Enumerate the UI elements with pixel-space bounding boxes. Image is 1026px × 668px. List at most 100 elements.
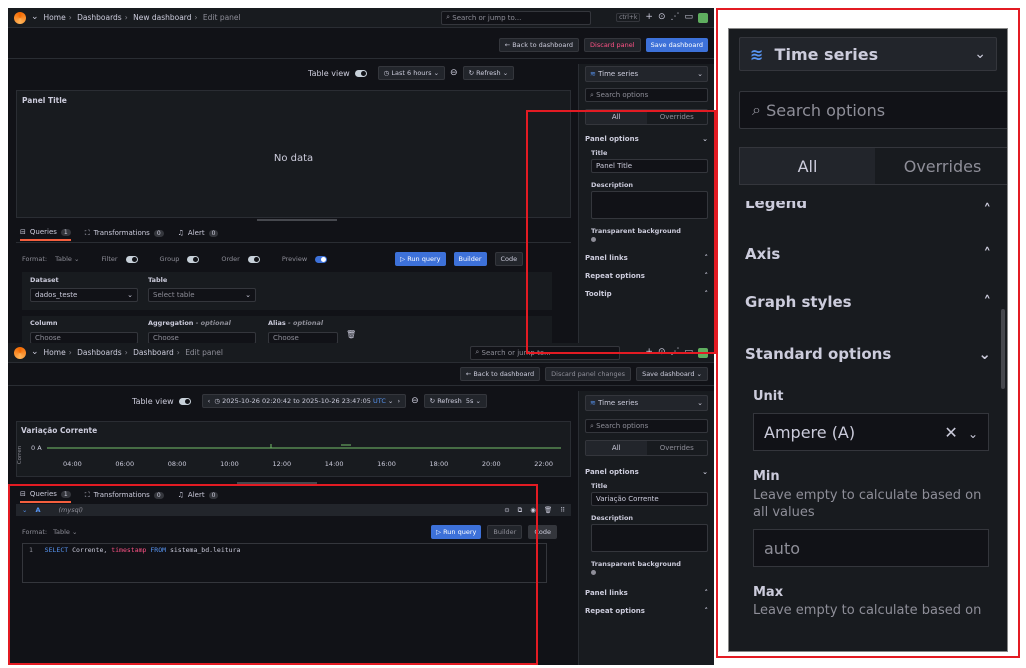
discard-panel-button[interactable]: Discard panel (584, 38, 641, 52)
scrollbar[interactable] (1001, 309, 1005, 389)
alias-select[interactable]: Choose (268, 332, 338, 343)
standard-options-header[interactable]: Standard options ⌄ (745, 345, 991, 363)
save-dashboard-button[interactable]: Save dashboard ⌄ (636, 367, 708, 381)
code-mode-button[interactable]: Code (528, 525, 557, 539)
viz-picker[interactable]: ≋ Time series ⌄ (739, 37, 997, 71)
table-select[interactable]: Select table ⌄ (148, 288, 256, 302)
breadcrumb-dashboard[interactable]: Dashboard (133, 348, 174, 357)
search-options-input[interactable]: ⌕ Search options (739, 91, 1007, 129)
transparent-toggle[interactable] (591, 237, 596, 242)
rss-icon[interactable]: ⋰ (670, 348, 679, 357)
panel-links-header[interactable]: Panel links ˄ (585, 589, 708, 597)
title-input[interactable]: Panel Title (591, 159, 708, 173)
min-input[interactable]: auto (753, 529, 989, 567)
format-select[interactable]: Table ⌄ (55, 255, 79, 263)
graph-styles-header[interactable]: Graph styles ˄ (745, 293, 991, 311)
save-dashboard-button[interactable]: Save dashboard (645, 38, 708, 52)
table-view-toggle[interactable] (178, 397, 191, 405)
overrides-tab[interactable]: Overrides (875, 148, 1007, 184)
run-query-button[interactable]: ▷ Run query (431, 525, 482, 539)
plus-icon[interactable]: + (645, 13, 653, 22)
resize-handle[interactable] (257, 219, 337, 221)
chevron-down-icon[interactable]: ⌄ (31, 348, 39, 357)
panel-links-header[interactable]: Panel links ˄ (585, 254, 708, 262)
description-textarea[interactable] (591, 191, 708, 219)
chevron-down-icon[interactable]: ⌄ (31, 13, 39, 22)
code-mode-button[interactable]: Code (494, 252, 524, 266)
panel-options-header[interactable]: Panel options ⌄ (585, 468, 708, 476)
collapse-icon[interactable]: ⌄ (22, 506, 27, 514)
breadcrumb-dashboard[interactable]: New dashboard (133, 13, 191, 22)
viz-picker[interactable]: ≋ Time series ⌄ (585, 395, 708, 411)
grafana-logo-icon[interactable] (14, 11, 26, 24)
tab-transformations[interactable]: ⛶ Transformations 0 (85, 491, 164, 503)
breadcrumb-dashboards[interactable]: Dashboards (77, 348, 122, 357)
breadcrumb-home[interactable]: Home (44, 348, 66, 357)
dock-icon[interactable]: ▭ (684, 13, 693, 22)
title-input[interactable]: Variação Corrente (591, 492, 708, 506)
tab-queries[interactable]: ⊟ Queries 1 (20, 490, 71, 503)
trash-icon[interactable]: 🗑 (544, 506, 552, 514)
search-options-input[interactable]: ⌕ Search options (585, 88, 708, 102)
grafana-logo-icon[interactable] (14, 346, 26, 359)
search-options-input[interactable]: ⌕ Search options (585, 419, 708, 433)
tab-alert[interactable]: ♫ Alert 0 (178, 229, 219, 240)
description-textarea[interactable] (591, 524, 708, 552)
back-to-dashboard-button[interactable]: ← Back to dashboard (459, 367, 541, 381)
preview-toggle[interactable] (315, 255, 328, 263)
search-input[interactable]: ⌕ Search or jump to... (441, 10, 592, 25)
trash-icon[interactable]: 🗑 (346, 330, 356, 339)
time-range-picker[interactable]: ‹ ◷ 2025-10-26 02:20:42 to 2025-10-26 23… (201, 394, 407, 408)
filter-toggle[interactable] (125, 255, 138, 263)
zoom-out-icon[interactable]: ⊖ (411, 396, 419, 406)
search-input[interactable]: ⌕ Search or jump to... (470, 345, 621, 360)
all-tab[interactable]: All (586, 441, 647, 455)
run-query-button[interactable]: ▷ Run query (395, 252, 446, 266)
help-icon[interactable]: ⊙ (658, 13, 666, 22)
table-view-toggle[interactable] (354, 69, 367, 77)
back-to-dashboard-button[interactable]: ← Back to dashboard (498, 38, 580, 52)
refresh-button[interactable]: ↻ Refresh ⌄ (462, 66, 515, 80)
sql-editor[interactable]: 1 SELECT Corrente, timestamp FROM sistem… (22, 543, 547, 583)
tab-queries[interactable]: ⊟ Queries 1 (20, 228, 71, 241)
column-select[interactable]: Choose (30, 332, 138, 343)
zoom-out-icon[interactable]: ⊖ (450, 68, 458, 78)
repeat-options-header[interactable]: Repeat options ˄ (585, 607, 708, 615)
avatar[interactable] (698, 12, 708, 23)
resize-handle[interactable] (237, 482, 317, 484)
avatar[interactable] (698, 347, 708, 358)
clear-icon[interactable]: ✕ (944, 423, 957, 442)
eye-icon[interactable]: ◉ (530, 506, 536, 514)
refresh-button[interactable]: ↻ Refresh 5s ⌄ (423, 394, 487, 408)
axis-header[interactable]: Axis ˄ (745, 245, 991, 263)
breadcrumb-dashboards[interactable]: Dashboards (77, 13, 122, 22)
copy-icon[interactable]: ⧉ (518, 506, 523, 515)
builder-mode-button[interactable]: Builder (487, 525, 523, 539)
tab-transformations[interactable]: ⛶ Transformations 0 (85, 229, 164, 241)
time-range-picker[interactable]: ◷ Last 6 hours ⌄ (377, 66, 446, 80)
panel-options-header[interactable]: Panel options ⌄ (585, 135, 708, 143)
plus-icon[interactable]: + (645, 348, 653, 357)
tab-alert[interactable]: ♫ Alert 0 (178, 491, 219, 502)
overrides-tab[interactable]: Overrides (647, 441, 708, 455)
dataset-select[interactable]: dados_teste ⌄ (30, 288, 138, 302)
order-toggle[interactable] (247, 255, 260, 263)
unit-select[interactable]: Ampere (A) ✕ ⌄ (753, 413, 989, 451)
repeat-options-header[interactable]: Repeat options ˄ (585, 272, 708, 280)
builder-mode-button[interactable]: Builder (453, 252, 487, 266)
group-toggle[interactable] (187, 255, 200, 263)
help-icon[interactable]: ⊙ (658, 348, 666, 357)
discard-panel-changes-button[interactable]: Discard panel changes (545, 367, 632, 381)
all-tab[interactable]: All (586, 110, 647, 124)
breadcrumb-home[interactable]: Home (44, 13, 66, 22)
overrides-tab[interactable]: Overrides (647, 110, 708, 124)
dock-icon[interactable]: ▭ (684, 348, 693, 357)
aggregation-select[interactable]: Choose (148, 332, 256, 343)
help-icon[interactable]: ⊙ (504, 506, 509, 514)
transparent-toggle[interactable] (591, 570, 596, 575)
rss-icon[interactable]: ⋰ (670, 13, 679, 22)
tooltip-header[interactable]: Tooltip ˄ (585, 290, 708, 298)
all-tab[interactable]: All (740, 148, 875, 184)
format-select[interactable]: Table ⌄ (53, 528, 77, 536)
legend-header[interactable]: Legend ˄ (745, 201, 991, 219)
